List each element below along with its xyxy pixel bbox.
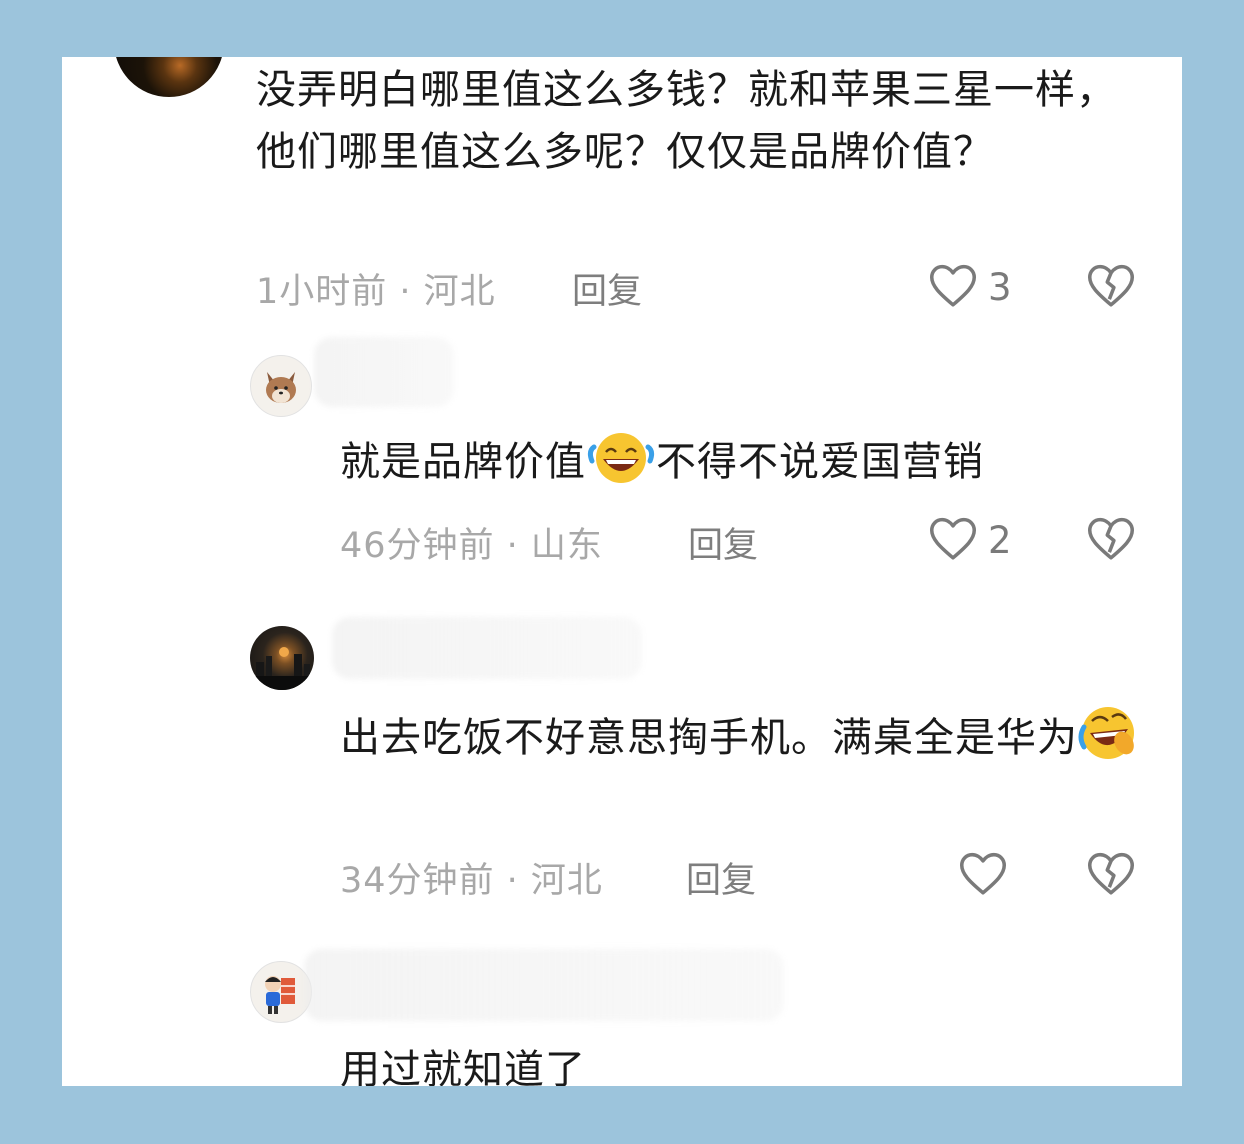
comment-text: 没弄明白哪里值这么多钱？就和苹果三星一样，他们哪里值这么多呢？仅仅是品牌价值？ [256,67,1117,175]
dislike-button[interactable] [1086,261,1136,313]
reply-button[interactable]: 回复 [572,263,642,314]
broken-heart-icon [1086,852,1136,901]
cartoon-avatar-icon [265,976,295,1014]
heart-icon [928,514,978,566]
comment-text: 出去吃饭不好意思掏手机。满桌全是华为 [340,703,1160,779]
comment-text: 就是品牌价值 不得不说爱国营销 [340,431,1180,503]
avatar[interactable] [250,626,314,690]
username-redacted [314,337,454,407]
dislike-button[interactable] [1086,514,1136,566]
broken-heart-icon [1086,264,1136,313]
comment-meta: 1小时前 · 河北 [256,272,496,312]
heart-icon [958,849,1008,901]
comment-meta: 46分钟前 · 山东 [340,526,603,566]
like-count: 3 [988,265,1012,309]
laughing-crying-emoji [586,431,656,503]
comment-list: 没弄明白哪里值这么多钱？就和苹果三星一样，他们哪里值这么多呢？仅仅是品牌价值？ … [62,57,1182,1086]
reply-button[interactable]: 回复 [686,852,756,903]
rolling-laughing-emoji [1078,703,1138,779]
avatar[interactable] [250,355,312,417]
avatar[interactable] [114,57,224,97]
like-button[interactable] [958,849,1018,901]
like-button[interactable]: 3 [928,261,1012,313]
heart-icon [928,261,978,313]
username-redacted [304,949,784,1021]
comment-text: 用过就知道了 [340,1047,586,1086]
like-count: 2 [988,518,1012,562]
dislike-button[interactable] [1086,849,1136,901]
username-redacted [332,617,642,679]
reply-button[interactable]: 回复 [688,517,758,568]
broken-heart-icon [1086,517,1136,566]
city-night-avatar-icon [250,647,314,690]
fox-avatar-icon [266,372,296,403]
comment-meta: 34分钟前 · 河北 [340,861,603,901]
avatar[interactable] [250,961,312,1023]
like-button[interactable]: 2 [928,514,1012,566]
